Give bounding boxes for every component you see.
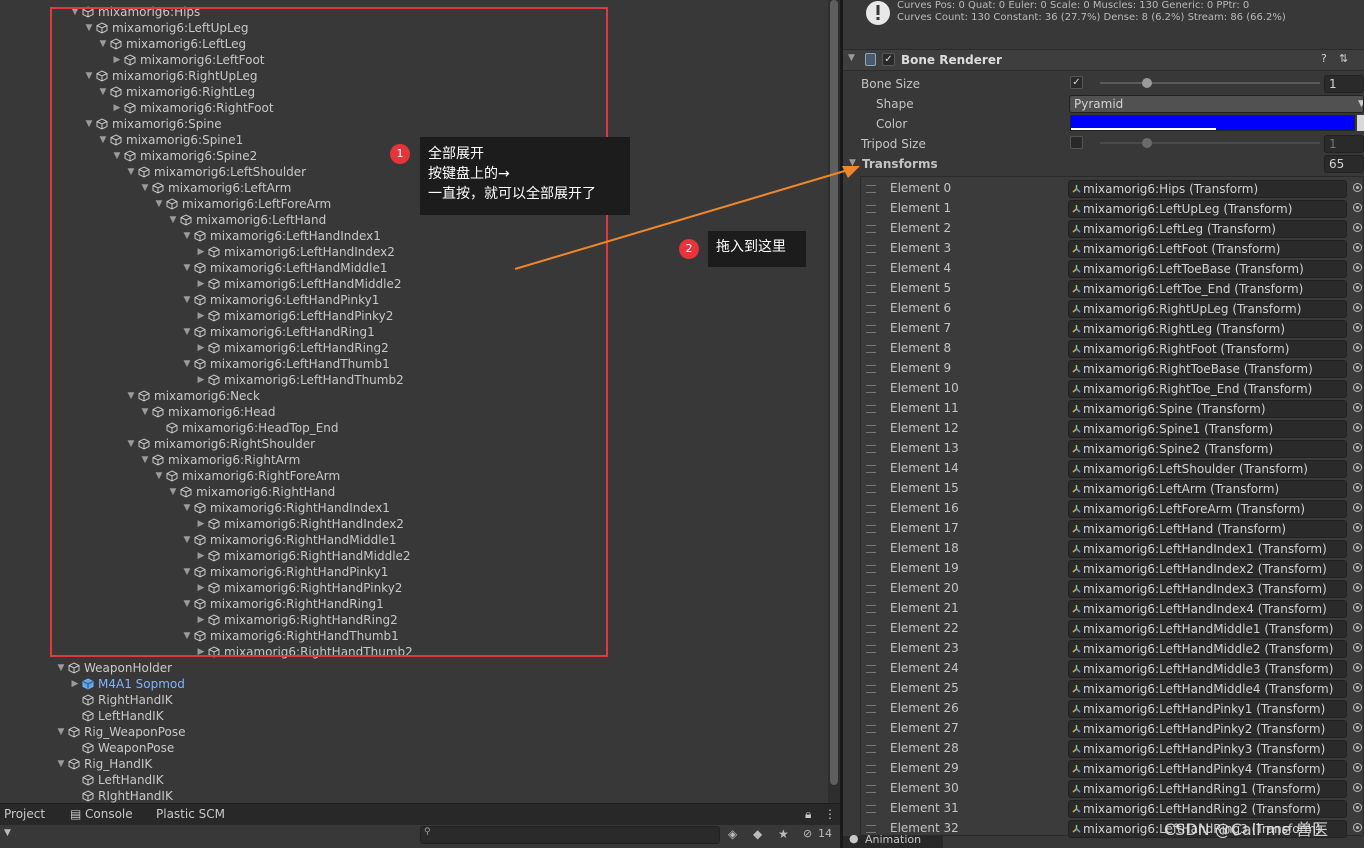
step1-line-3: 一直按，就可以全部展开了 (428, 186, 596, 202)
step1-callout: 全部展开 按键盘上的→ 一直按，就可以全部展开了 (420, 137, 630, 215)
step1-line-1: 全部展开 (428, 146, 484, 162)
step2-callout: 拖入到这里 (708, 231, 806, 267)
step1-line-2: 按键盘上的→ (428, 166, 510, 182)
watermark: CSDN @Call me 兽医 (1164, 820, 1329, 839)
step1-badge: 1 (390, 144, 410, 164)
annotation-arrow-layer (514, 166, 860, 270)
step2-badge: 2 (679, 239, 699, 259)
